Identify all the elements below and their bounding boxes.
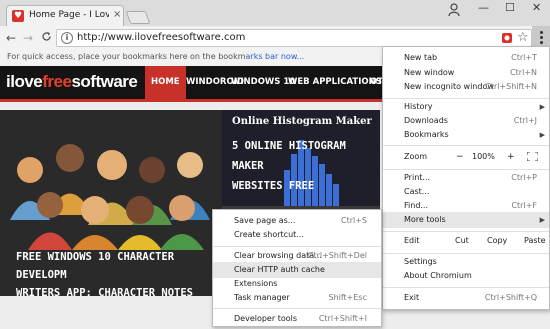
menu-exit[interactable]: Exit Ctrl+Shift+Q <box>383 290 549 306</box>
menu-new-tab[interactable]: New tab Ctrl+T <box>383 50 549 66</box>
chrome-menu-button[interactable] <box>532 26 550 48</box>
extension-icon[interactable] <box>501 32 513 44</box>
menu-new-incognito[interactable]: New incognito window Ctrl+Shift+N <box>383 79 549 95</box>
back-button[interactable]: ← <box>6 31 16 45</box>
menu-paste-button[interactable]: Paste <box>524 233 546 249</box>
menu-bookmarks[interactable]: Bookmarks ▶ <box>383 127 549 143</box>
site-logo[interactable]: ilovefreesoftware <box>6 72 138 92</box>
menu-about[interactable]: About Chromium <box>383 268 549 284</box>
bookmarks-hint: For quick access, place your bookmarks h… <box>7 52 305 61</box>
submenu-developer-tools[interactable]: Developer tools Ctrl+Shift+I <box>213 311 381 327</box>
reload-button[interactable] <box>41 31 52 45</box>
info-icon[interactable]: i <box>61 32 73 44</box>
address-bar[interactable]: i http://www.ilovefreesoftware.com ☆ <box>56 29 532 47</box>
menu-cut-button[interactable]: Cut <box>455 233 469 249</box>
heart-icon: ♥ <box>12 10 24 22</box>
submenu-task-manager[interactable]: Task manager Shift+Esc <box>213 290 381 306</box>
maximize-button[interactable]: ☐ <box>505 1 515 14</box>
menu-more-tools[interactable]: More tools ▶ <box>383 212 549 228</box>
featured-right-title[interactable]: 5 ONLINE HISTOGRAM MAKER WEBSITES FREE <box>232 136 380 196</box>
forward-button[interactable]: → <box>23 31 33 45</box>
chrome-menu: New tab Ctrl+T New window Ctrl+N New incog… <box>382 46 550 310</box>
featured-left-title[interactable]: FREE WINDOWS 10 CHARACTER DEVELOPM WRITER… <box>16 248 216 296</box>
tab-strip: ♥ Home Page - I Love Free × — ☐ ✕ <box>0 0 550 26</box>
featured-article-left[interactable]: FREE WINDOWS 10 CHARACTER DEVELOPM WRITER… <box>0 110 222 296</box>
people-illustration <box>10 144 210 250</box>
bookmarks-bar-link[interactable]: arks bar now... <box>246 52 305 61</box>
more-tools-submenu: Save page as... Ctrl+S Create shortcut...… <box>212 209 382 327</box>
user-profile-icon[interactable] <box>448 3 460 17</box>
zoom-in-button[interactable]: + <box>507 149 515 165</box>
tab-title: Home Page - I Love Free <box>29 10 109 20</box>
url-text[interactable]: http://www.ilovefreesoftware.com <box>77 32 245 43</box>
tab-home-page[interactable]: ♥ Home Page - I Love Free × <box>6 5 124 26</box>
submenu-create-shortcut[interactable]: Create shortcut... <box>213 227 381 243</box>
fullscreen-icon[interactable] <box>527 152 538 161</box>
tab-close-icon[interactable]: × <box>113 9 121 20</box>
bookmark-star-icon[interactable]: ☆ <box>517 30 529 45</box>
window-close-button[interactable]: ✕ <box>532 1 541 14</box>
menu-copy-button[interactable]: Copy <box>487 233 507 249</box>
new-tab-button[interactable] <box>125 11 151 24</box>
zoom-out-button[interactable]: − <box>456 149 464 165</box>
minimize-button[interactable]: — <box>478 1 489 14</box>
zoom-level: 100% <box>472 152 495 161</box>
histogram-banner: Online Histogram Maker <box>232 116 372 127</box>
menu-edit-row: Edit Cut Copy Paste <box>383 233 549 249</box>
reload-icon <box>42 32 51 41</box>
featured-article-right[interactable]: Online Histogram Maker 5 ONLINE HISTOGRA… <box>222 110 380 206</box>
menu-zoom: Zoom − 100% + <box>383 149 549 165</box>
